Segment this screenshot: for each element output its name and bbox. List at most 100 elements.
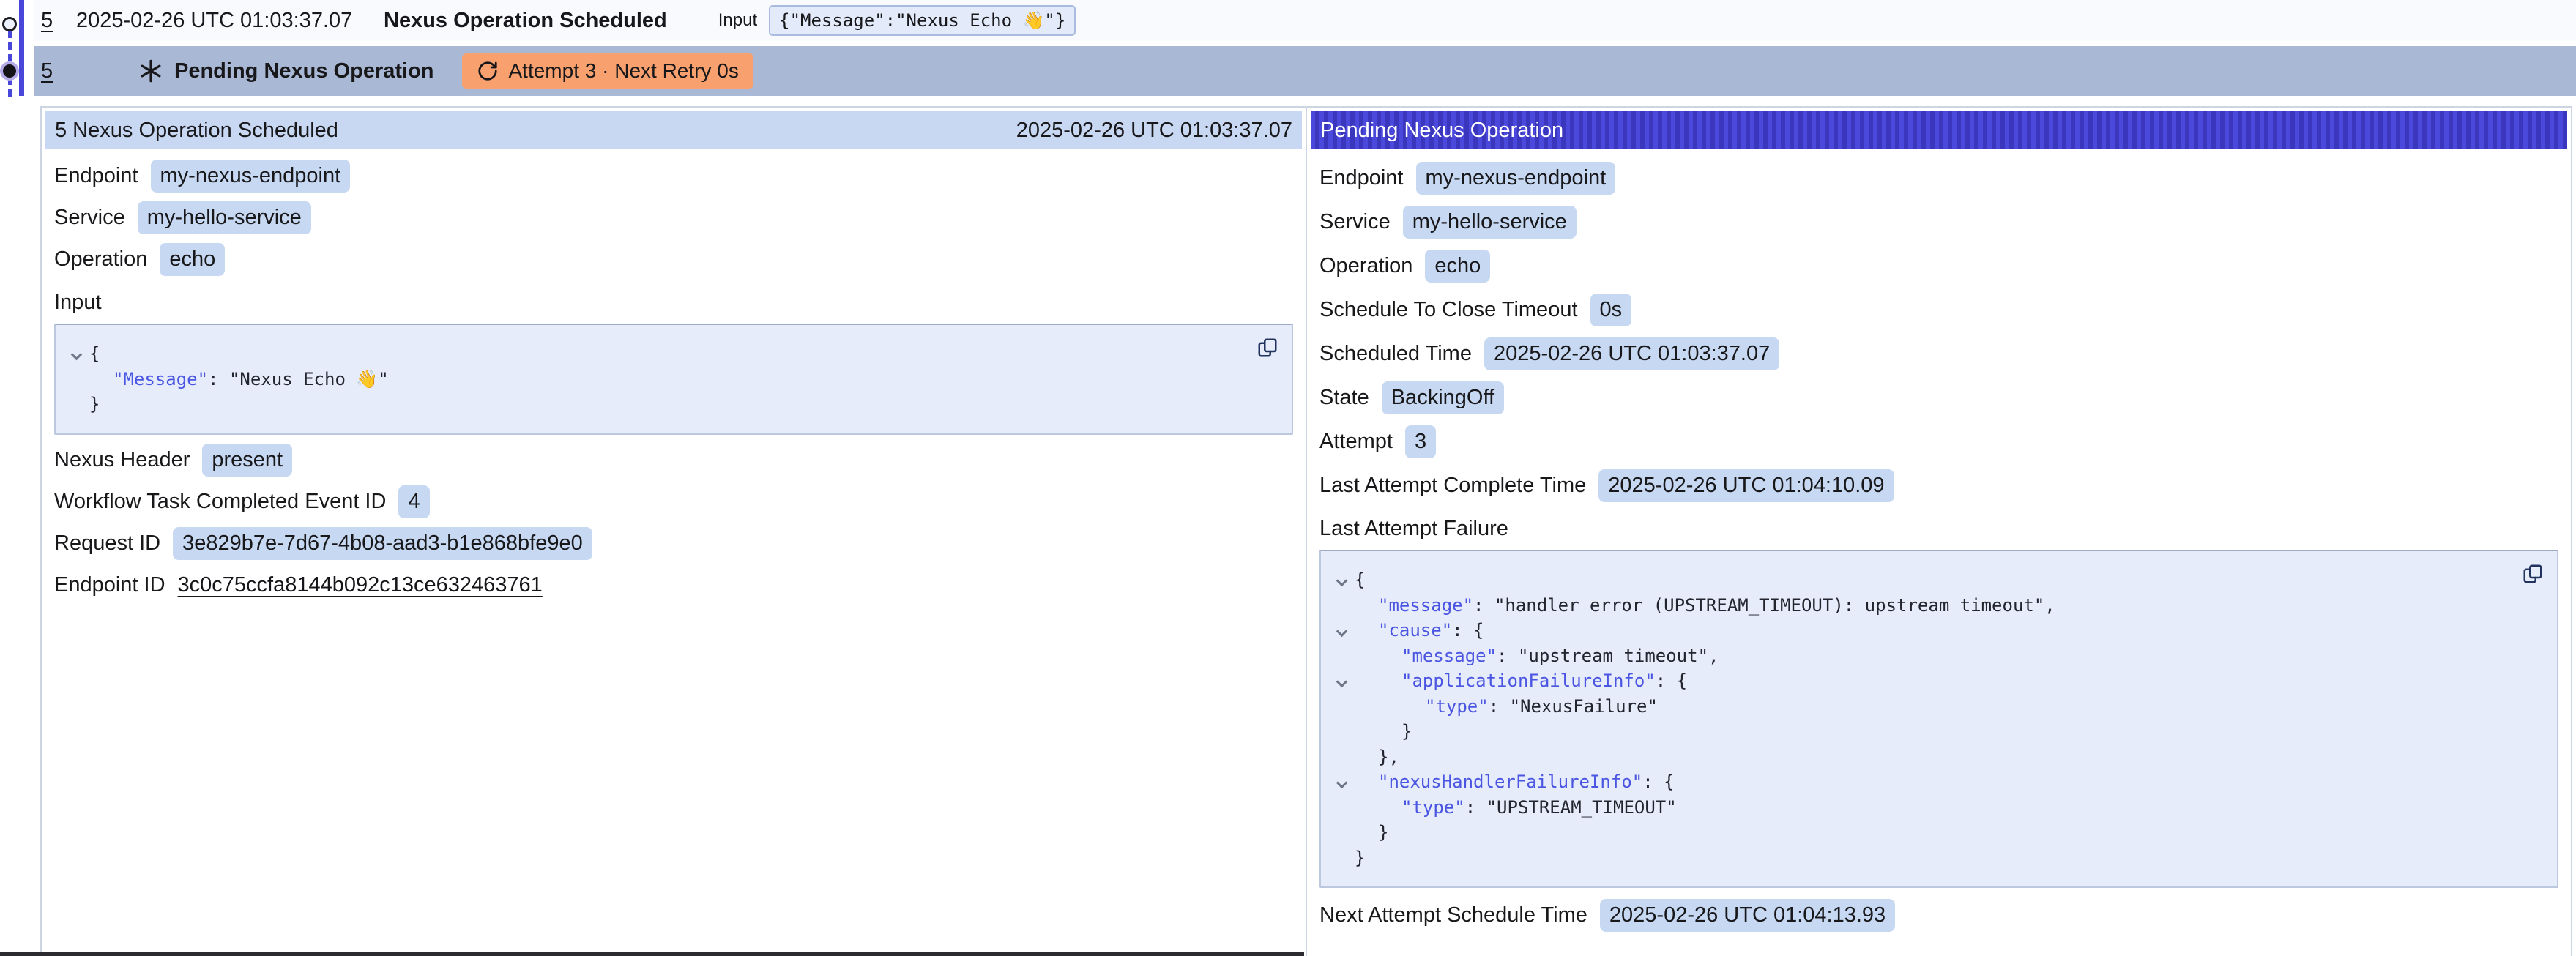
- json-key: "applicationFailureInfo": [1401, 671, 1656, 691]
- field-value-badge: 3e829b7e-7d67-4b08-aad3-b1e868bfe9e0: [173, 527, 592, 560]
- timeline-dashed-connector: [8, 31, 12, 97]
- code-line: }: [63, 392, 1277, 417]
- json-value: : "Nexus Echo 👋": [208, 369, 389, 389]
- json-value: }: [1378, 822, 1388, 843]
- code-gutter: [63, 349, 89, 359]
- scheduled-panel-timestamp: 2025-02-26 UTC 01:03:37.07: [1016, 119, 1292, 143]
- field-label: Endpoint ID: [54, 573, 165, 597]
- field-label: Nexus Header: [54, 448, 190, 472]
- scheduled-panel-body: Endpoint my-nexus-endpoint Service my-hello…: [45, 149, 1302, 602]
- field-row: Schedule To Close Timeout0s: [1319, 294, 2558, 326]
- json-key: "nexusHandlerFailureInfo": [1378, 772, 1642, 792]
- field-value-badge: BackingOff: [1382, 381, 1504, 414]
- copy-button[interactable]: [1255, 335, 1280, 360]
- retry-attempt-badge: Attempt 3 · Next Retry 0s: [462, 53, 753, 89]
- code-line: "Message": "Nexus Echo 👋": [63, 367, 1277, 392]
- field-value-badge: my-hello-service: [1403, 206, 1577, 239]
- code-line: {: [1328, 567, 2542, 593]
- json-key: "message": [1401, 646, 1497, 666]
- json-key: "Message": [113, 369, 208, 389]
- field-row: Service my-hello-service: [54, 201, 1293, 234]
- scheduled-panel-header: 5 Nexus Operation Scheduled 2025-02-26 U…: [45, 111, 1302, 149]
- field-label: Workflow Task Completed Event ID: [54, 490, 386, 514]
- json-value: : {: [1452, 620, 1484, 641]
- field-row: Scheduled Time 2025-02-26 UTC 01:03:37.07: [1319, 337, 2558, 370]
- row-divider: [34, 41, 2576, 46]
- json-value: : "UPSTREAM_TIMEOUT": [1465, 797, 1677, 818]
- field-row: Request ID 3e829b7e-7d67-4b08-aad3-b1e868…: [54, 527, 1293, 560]
- collapse-chevron-icon[interactable]: [1336, 777, 1347, 788]
- collapse-chevron-icon[interactable]: [70, 348, 82, 360]
- field-label: Scheduled Time: [1319, 342, 1472, 366]
- event-row-pending[interactable]: 5 Pending Nexus Operation Attempt 3 · Ne…: [34, 46, 2576, 96]
- bottom-edge-strip: [0, 952, 1304, 956]
- json-key: "type": [1425, 696, 1489, 717]
- event-id-link[interactable]: 5: [41, 59, 76, 83]
- json-value: : "handler error (UPSTREAM_TIMEOUT): ups…: [1473, 595, 2055, 616]
- field-row: Service my-hello-service: [1319, 206, 2558, 239]
- code-line: "applicationFailureInfo": {: [1328, 668, 2542, 694]
- collapse-chevron-icon[interactable]: [1336, 676, 1347, 687]
- code-line: "type": "UPSTREAM_TIMEOUT": [1328, 795, 2542, 821]
- event-history-rows: 5 2025-02-26 UTC 01:03:37.07 Nexus Opera…: [34, 0, 2576, 96]
- field-value-badge: present: [202, 444, 292, 477]
- field-value-link[interactable]: 3c0c75ccfa8144b092c13ce632463761: [178, 573, 543, 597]
- field-row: Next Attempt Schedule Time 2025-02-26 UTC…: [1319, 899, 2558, 932]
- event-detail-container: 5 Nexus Operation Scheduled 2025-02-26 U…: [40, 106, 2572, 956]
- failure-json-lines: {"message": "handler error (UPSTREAM_TIM…: [1328, 567, 2542, 870]
- scheduled-event-panel: 5 Nexus Operation Scheduled 2025-02-26 U…: [42, 108, 1306, 956]
- pending-panel-header: Pending Nexus Operation: [1311, 111, 2567, 149]
- failure-section-label: Last Attempt Failure: [1319, 517, 2558, 541]
- field-row: Endpoint ID 3c0c75ccfa8144b092c13ce632463…: [54, 569, 1293, 602]
- event-row-scheduled[interactable]: 5 2025-02-26 UTC 01:03:37.07 Nexus Opera…: [34, 0, 2576, 41]
- event-input-label: Input: [718, 10, 757, 31]
- field-row: Operationecho: [1319, 250, 2558, 283]
- field-value-badge: echo: [1425, 250, 1490, 283]
- timeline-open-circle-icon: [2, 17, 17, 31]
- field-row: StateBackingOff: [1319, 381, 2558, 414]
- field-label: Operation: [54, 247, 147, 272]
- field-value-badge: my-hello-service: [138, 201, 311, 234]
- json-value: }: [1401, 721, 1412, 742]
- event-id-link[interactable]: 5: [41, 9, 76, 33]
- code-line: "message": "handler error (UPSTREAM_TIME…: [1328, 593, 2542, 619]
- field-value-badge: 2025-02-26 UTC 01:04:13.93: [1600, 899, 1895, 932]
- code-line: }: [1328, 845, 2542, 871]
- pending-asterisk-icon: [138, 58, 164, 84]
- field-label: Request ID: [54, 531, 160, 556]
- field-label: Next Attempt Schedule Time: [1319, 903, 1587, 927]
- code-gutter: [1328, 626, 1355, 635]
- pending-fields-bottom: Next Attempt Schedule Time 2025-02-26 UTC…: [1319, 899, 2558, 932]
- input-json-block: { "Message": "Nexus Echo 👋"}: [54, 324, 1293, 435]
- field-value-badge: my-nexus-endpoint: [151, 160, 351, 193]
- field-value-badge: my-nexus-endpoint: [1416, 162, 1616, 195]
- code-line: }: [1328, 719, 2542, 744]
- pending-fields-top: Endpointmy-nexus-endpointServicemy-hello…: [1319, 162, 2558, 502]
- field-value-badge: 4: [398, 485, 429, 518]
- event-title: Nexus Operation Scheduled: [384, 9, 667, 33]
- collapse-chevron-icon[interactable]: [1336, 625, 1347, 637]
- code-line: }: [1328, 820, 2542, 845]
- json-value: : "upstream timeout",: [1497, 646, 1719, 666]
- collapse-chevron-icon[interactable]: [1336, 575, 1347, 586]
- field-row: Workflow Task Completed Event ID 4: [54, 485, 1293, 518]
- field-label: Endpoint: [54, 164, 138, 188]
- field-label: Service: [54, 206, 125, 230]
- json-value: : {: [1642, 772, 1674, 792]
- field-value-badge: 2025-02-26 UTC 01:03:37.07: [1484, 337, 1779, 370]
- copy-button[interactable]: [2520, 561, 2545, 586]
- code-line: "type": "NexusFailure": [1328, 694, 2542, 720]
- retry-badge-text: Attempt 3 · Next Retry 0s: [509, 59, 739, 83]
- input-section-label: Input: [54, 291, 1293, 315]
- json-value: {: [1355, 570, 1365, 590]
- json-key: "type": [1401, 797, 1465, 818]
- field-label: Attempt: [1319, 430, 1393, 454]
- field-row: Nexus Header present: [54, 444, 1293, 477]
- json-value: {: [89, 343, 100, 364]
- pending-panel-body: Endpointmy-nexus-endpointServicemy-hello…: [1311, 149, 2567, 932]
- timeline-filled-circle-icon: [3, 64, 16, 78]
- event-input-preview-chip: {"Message":"Nexus Echo 👋"}: [769, 5, 1076, 36]
- field-label: Service: [1319, 210, 1391, 234]
- code-gutter: [1328, 777, 1355, 787]
- retry-icon: [477, 60, 499, 82]
